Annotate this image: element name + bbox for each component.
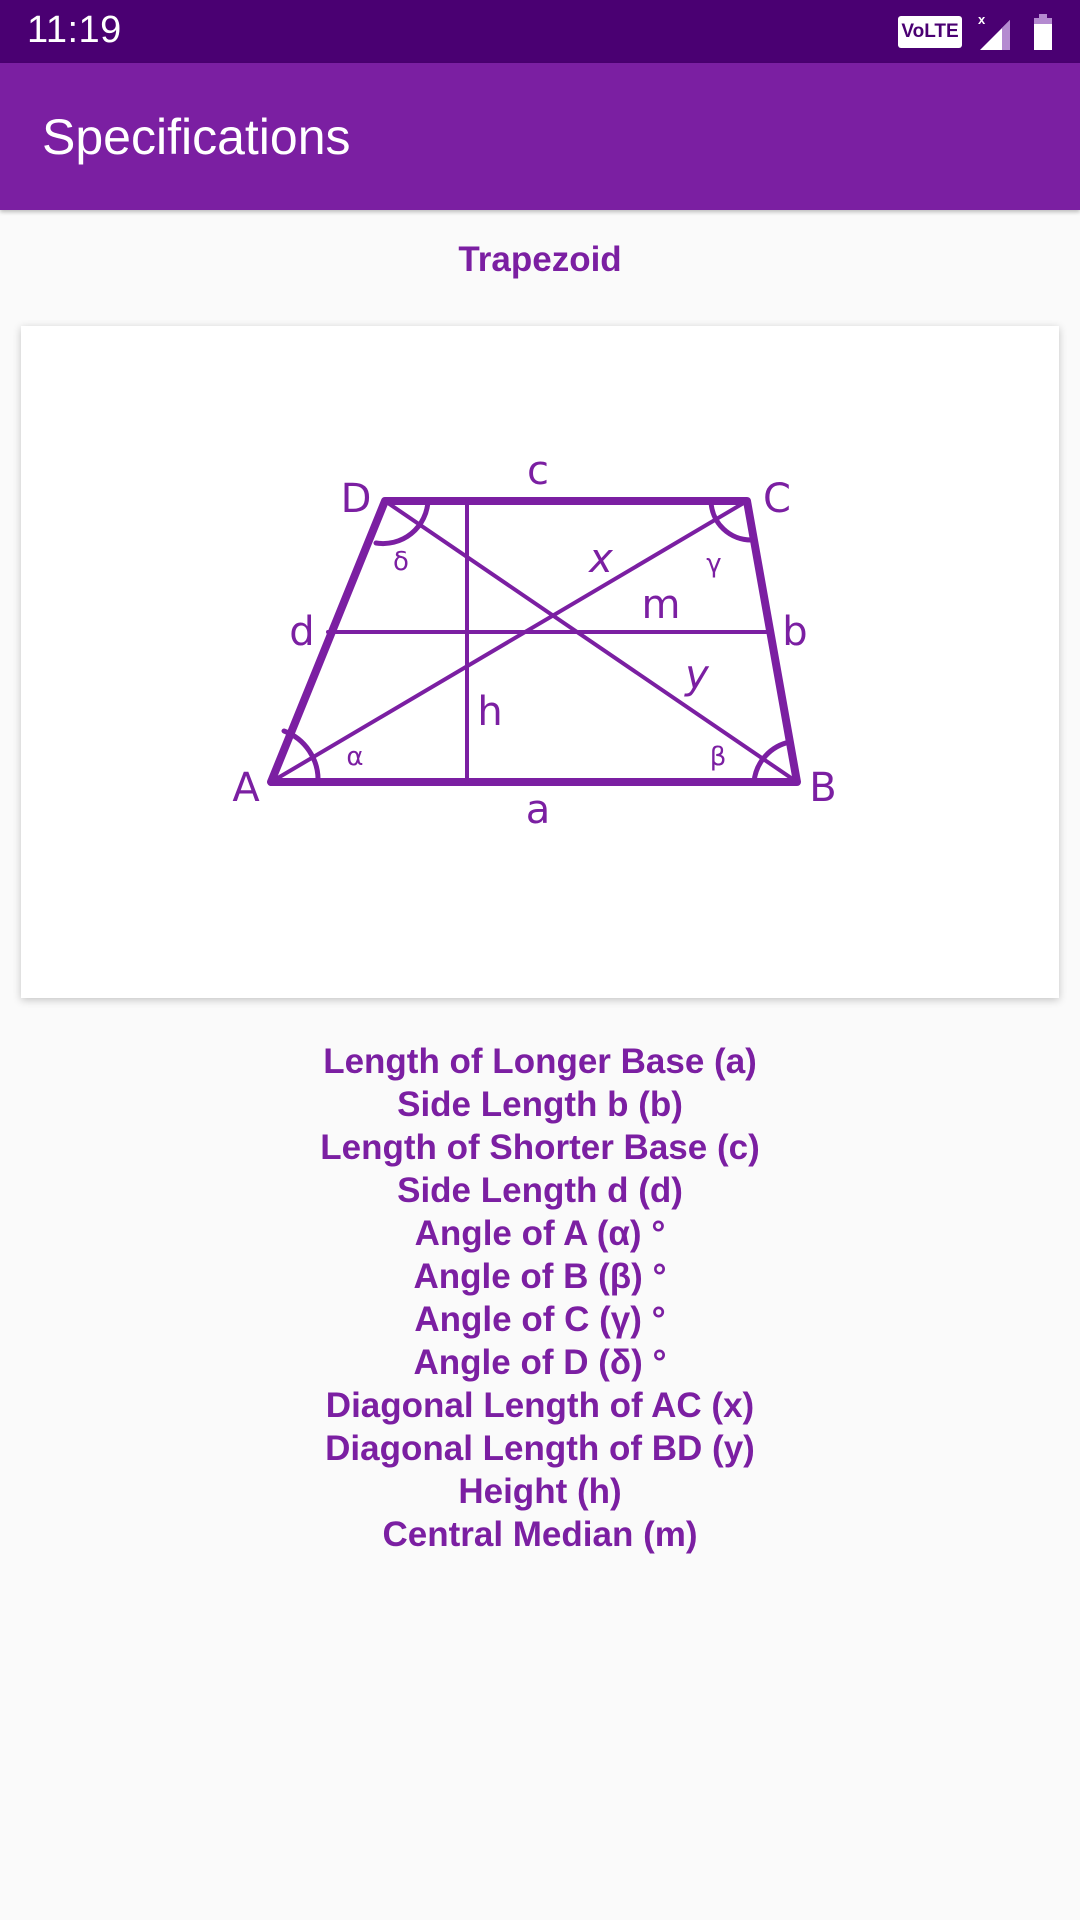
spec-item-angle-d: Angle of D (δ) °	[413, 1343, 667, 1382]
side-label-c: c	[527, 448, 549, 494]
no-service-mark: x	[978, 12, 986, 27]
vertex-label-d: D	[341, 476, 372, 522]
spec-item-side-d: Side Length d (d)	[397, 1171, 683, 1210]
median-label: m	[642, 582, 681, 628]
volte-icon: VoLTE	[898, 16, 962, 48]
spec-item-side-b: Side Length b (b)	[397, 1085, 683, 1124]
page-title: Specifications	[42, 109, 351, 165]
app-bar: Specifications	[0, 63, 1080, 210]
spec-item-central-median: Central Median (m)	[382, 1515, 698, 1554]
status-bar: 11:19 VoLTE x	[0, 0, 1080, 63]
spec-item-diagonal-bd: Diagonal Length of BD (y)	[325, 1429, 755, 1468]
trapezoid-diagram: A B C D a b c d α β γ δ x y h m	[232, 448, 836, 833]
specifications-list: Length of Longer Base (a) Side Length b …	[0, 1040, 1080, 1556]
angle-label-alpha: α	[346, 742, 363, 772]
diagram-card: A B C D a b c d α β γ δ x y h m	[21, 326, 1059, 998]
shape-title: Trapezoid	[458, 240, 622, 279]
diagonal-x	[269, 499, 749, 784]
spec-item-angle-c: Angle of C (γ) °	[414, 1300, 666, 1339]
vertex-label-b: B	[809, 765, 836, 811]
status-time: 11:19	[27, 9, 122, 51]
angle-label-delta: δ	[393, 547, 409, 577]
signal-icon: x	[978, 12, 1010, 50]
vertex-label-a: A	[232, 765, 260, 811]
angle-arc-b	[751, 739, 793, 785]
angle-label-gamma: γ	[706, 549, 721, 579]
diagonal-label-y: y	[684, 652, 710, 698]
spec-item-shorter-base: Length of Shorter Base (c)	[320, 1128, 760, 1167]
trapezoid-outline	[267, 497, 801, 786]
angle-label-beta: β	[710, 742, 727, 772]
diagonal-label-x: x	[587, 536, 613, 582]
side-label-a: a	[526, 787, 551, 833]
battery-icon	[1034, 14, 1052, 50]
side-label-b: b	[782, 609, 807, 655]
spec-item-diagonal-ac: Diagonal Length of AC (x)	[325, 1386, 755, 1425]
spec-item-height: Height (h)	[458, 1472, 622, 1511]
spec-item-angle-b: Angle of B (β) °	[413, 1257, 667, 1296]
side-label-d: d	[289, 609, 314, 655]
vertex-label-c: C	[763, 476, 791, 522]
spec-item-angle-a: Angle of A (α) °	[414, 1214, 666, 1253]
height-label: h	[477, 689, 502, 735]
spec-item-longer-base: Length of Longer Base (a)	[323, 1042, 757, 1081]
